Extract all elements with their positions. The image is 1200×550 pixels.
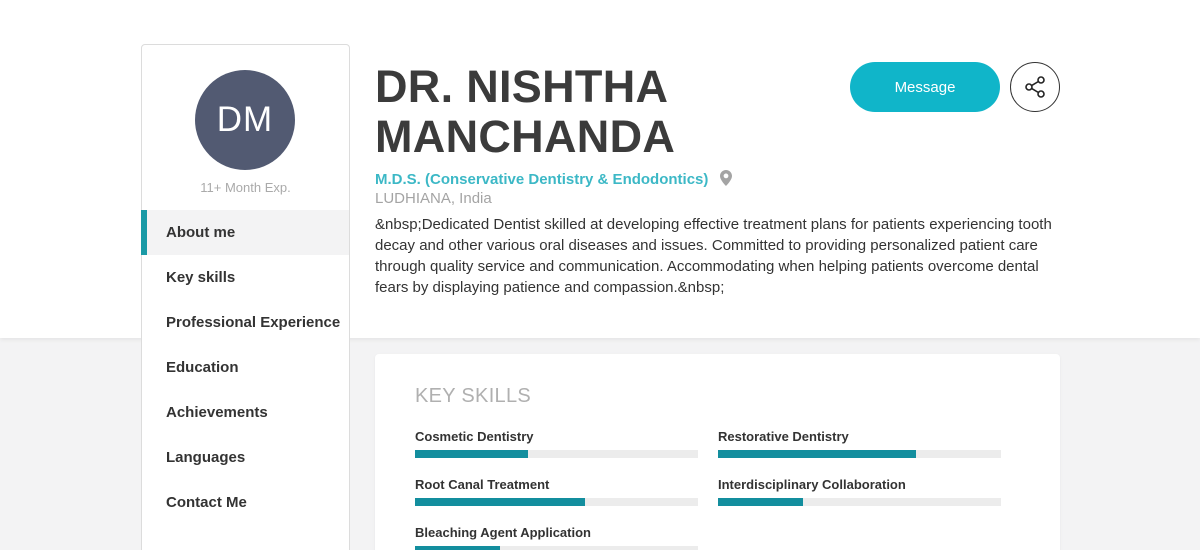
profile-sidebar: DM 11+ Month Exp. About me Key skills Pr… (141, 44, 350, 550)
sidebar-nav: About me Key skills Professional Experie… (141, 210, 349, 525)
avatar: DM (195, 70, 295, 170)
experience-label: 11+ Month Exp. (200, 180, 291, 195)
skill-item: Restorative Dentistry (718, 428, 1001, 458)
sidebar-item-languages[interactable]: Languages (142, 435, 349, 480)
location-text: LUDHIANA, India (375, 190, 492, 207)
profile-bio: &nbsp;Dedicated Dentist skilled at devel… (375, 216, 1052, 296)
degree-location: M.D.S. (Conservative Dentistry & Endodon… (375, 170, 815, 208)
location-pin-icon (720, 170, 733, 186)
skill-bar-track (718, 450, 1001, 458)
skill-label: Bleaching Agent Application (415, 525, 591, 540)
skill-bar-fill (415, 450, 529, 458)
skill-bar-track (415, 498, 698, 506)
skill-bar-fill (718, 450, 917, 458)
skill-label: Cosmetic Dentistry (415, 429, 534, 444)
skill-label: Interdisciplinary Collaboration (718, 477, 906, 492)
skill-label: Restorative Dentistry (718, 429, 849, 444)
key-skills-card: KEY SKILLS Cosmetic Dentistry Restorativ… (375, 354, 1060, 550)
degree-text: M.D.S. (Conservative Dentistry & Endodon… (375, 171, 709, 188)
sidebar-item-key-skills[interactable]: Key skills (142, 255, 349, 300)
skill-bar-fill (718, 498, 803, 506)
skill-item: Bleaching Agent Application (415, 524, 698, 550)
skill-bar-track (415, 546, 698, 550)
skill-bar-track (415, 450, 698, 458)
skill-item: Cosmetic Dentistry (415, 428, 698, 458)
skill-label: Root Canal Treatment (415, 477, 550, 492)
sidebar-item-contact-me[interactable]: Contact Me (142, 480, 349, 525)
sidebar-item-education[interactable]: Education (142, 345, 349, 390)
share-button[interactable] (1010, 62, 1060, 112)
sidebar-item-achievements[interactable]: Achievements (142, 390, 349, 435)
skill-item: Root Canal Treatment (415, 476, 698, 506)
skill-item: Interdisciplinary Collaboration (718, 476, 1001, 506)
skill-bar-fill (415, 498, 585, 506)
skill-bar-fill (415, 546, 500, 550)
profile-name: DR. NISHTHA MANCHANDA (375, 62, 835, 162)
sidebar-item-about-me[interactable]: About me (141, 210, 349, 255)
profile-name-line1: DR. NISHTHA (375, 61, 669, 112)
sidebar-item-professional-experience[interactable]: Professional Experience (142, 300, 349, 345)
share-icon (1025, 76, 1045, 98)
profile-name-line2: MANCHANDA (375, 111, 676, 162)
message-button[interactable]: Message (850, 62, 1000, 112)
key-skills-title: KEY SKILLS (415, 385, 532, 407)
skill-bar-track (718, 498, 1001, 506)
